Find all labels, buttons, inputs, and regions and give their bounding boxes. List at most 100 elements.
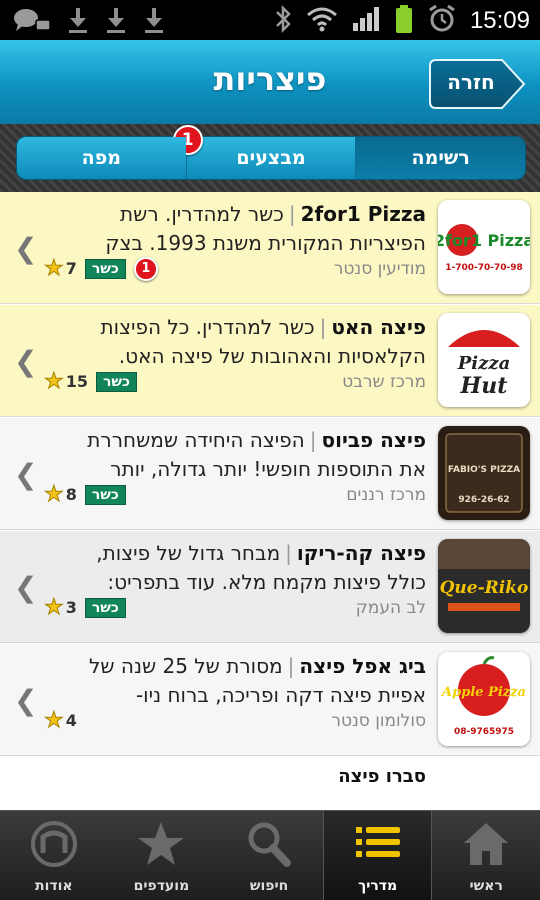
view-tabs: רשימה 1 מבצעים מפה [16, 125, 526, 180]
nav-home[interactable]: ראשי [432, 811, 540, 900]
logo-text: Hut [460, 373, 508, 399]
tab-deals-label: מבצעים [236, 147, 306, 169]
alarm-icon [428, 4, 456, 38]
rating-count: 8 [65, 485, 77, 504]
tab-map[interactable]: מפה [16, 137, 186, 179]
chevron-left-icon: ❮ [14, 684, 38, 717]
about-icon [0, 819, 108, 869]
item-description: 2for1 Pizza|כשר למהדרין. רשת הפיצריות המ… [40, 200, 426, 258]
search-icon [215, 819, 323, 869]
list-item[interactable]: ❮ Apple Pizza 08-9765975 ביג אפל פיצה|מס… [0, 644, 540, 756]
list-item[interactable]: סברו פיצה [0, 756, 540, 810]
item-location: סולומון סנטר [331, 711, 426, 731]
logo-phone: 08-9765975 [454, 727, 514, 737]
item-snippet-2: הפיצריות המקורית משנת 1993. בצק [105, 231, 426, 255]
divider: | [309, 428, 317, 452]
restaurant-logo: FABIO'S PIZZA 926-26-62 [438, 426, 530, 520]
star-icon: ★ [44, 256, 65, 282]
restaurant-logo: Apple Pizza 08-9765975 [438, 652, 530, 746]
download-icon [142, 6, 166, 42]
rating-count: 3 [65, 598, 77, 617]
item-description: פיצה קה-ריקו|מבחר גדול של פיצות, כולל פי… [40, 539, 426, 597]
nav-search-label: חיפוש [249, 878, 289, 894]
kosher-badge: כשר [84, 484, 126, 505]
nav-about[interactable]: אודות [0, 811, 108, 900]
system-icons: 15:09 [274, 4, 530, 38]
divider: | [319, 315, 327, 339]
divider: | [288, 202, 296, 226]
restaurant-logo: Que-Riko [438, 539, 530, 633]
download-icon [66, 6, 90, 42]
deal-badge: 1 [133, 256, 158, 281]
kosher-badge: כשר [84, 258, 126, 279]
star-icon: ★ [44, 595, 65, 621]
bottom-nav: ראשי מדריך חיפוש מועדפים אודות [0, 810, 540, 900]
divider: | [285, 541, 292, 565]
nav-guide[interactable]: מדריך [322, 811, 433, 900]
logo-text: FABIO'S PIZZA [448, 465, 520, 475]
nav-home-label: ראשי [469, 878, 503, 894]
item-location: מרכז רננים [346, 485, 426, 505]
logo-phone: 926-26-62 [458, 495, 509, 505]
bluetooth-icon [274, 4, 292, 38]
list-item[interactable]: ❮ 2for1 Pizza 1-700-70-70-98 2for1 Pizza… [0, 192, 540, 304]
restaurant-logo: Pizza Hut [438, 313, 530, 407]
logo-text: 2for1 Pizza [438, 231, 530, 250]
tab-map-label: מפה [81, 147, 121, 169]
chevron-left-icon: ❮ [14, 571, 38, 604]
item-title-line: פיצה קה-ריקו|מבחר גדול של פיצות, [40, 539, 426, 568]
home-icon [432, 819, 540, 869]
item-snippet-2: כולל פיצות מקמח מלא. עוד בתפריט: [107, 570, 426, 594]
star-icon: ★ [44, 369, 65, 395]
logo-phone: 1-700-70-70-98 [445, 263, 523, 273]
list-item[interactable]: ❮ Que-Riko פיצה קה-ריקו|מבחר גדול של פיצ… [0, 531, 540, 643]
nav-guide-label: מדריך [358, 878, 398, 894]
battery-icon [394, 4, 414, 38]
list-item[interactable]: ❮ FABIO'S PIZZA 926-26-62 פיצה פביוס|הפי… [0, 418, 540, 530]
item-title-line: פיצה פביוס|הפיצה היחידה שמשחררת [40, 426, 426, 455]
nav-search[interactable]: חיפוש [215, 811, 323, 900]
notification-icons [12, 6, 166, 42]
item-snippet: כשר למהדרין. רשת [120, 202, 284, 226]
item-location: לב העמק [355, 598, 426, 618]
item-name: פיצה האט [331, 315, 426, 339]
item-snippet: כשר למהדרין. כל הפיצות [100, 315, 315, 339]
tab-deals[interactable]: 1 מבצעים [172, 125, 356, 179]
restaurant-logo: 2for1 Pizza 1-700-70-70-98 [438, 200, 530, 294]
item-meta: ★ 3 כשר [44, 595, 126, 621]
list-item[interactable]: ❮ Pizza Hut פיצה האט|כשר למהדרין. כל הפי… [0, 305, 540, 417]
star-icon: ★ [44, 482, 65, 508]
rating-count: 15 [65, 372, 88, 391]
star-icon: ★ [44, 708, 65, 734]
item-snippet-2: הקלאסיות והאהובות של פיצה האט. [118, 344, 426, 368]
item-location: מרכז שרבט [342, 372, 426, 392]
item-description: פיצה פביוס|הפיצה היחידה שמשחררת את התוספ… [40, 426, 426, 484]
list-icon [324, 819, 432, 869]
download-icon [104, 6, 128, 42]
item-location: מודיעין סנטר [333, 259, 426, 279]
item-snippet: מבחר גדול של פיצות, [96, 541, 281, 565]
item-description: פיצה האט|כשר למהדרין. כל הפיצות הקלאסיות… [40, 313, 426, 371]
item-snippet: הפיצה היחידה שמשחררת [87, 428, 305, 452]
item-meta: ★ 7 כשר 1 [44, 256, 158, 282]
item-name: ביג אפל פיצה [299, 654, 426, 678]
logo-text: Apple Pizza [440, 685, 526, 700]
chevron-left-icon: ❮ [14, 232, 38, 265]
star-icon [108, 819, 216, 869]
kosher-badge: כשר [84, 597, 126, 618]
item-title-line: 2for1 Pizza|כשר למהדרין. רשת [40, 200, 426, 229]
status-bar: 15:09 [0, 0, 540, 40]
nav-favorites[interactable]: מועדפים [108, 811, 216, 900]
view-tabs-bar: רשימה 1 מבצעים מפה [0, 124, 540, 192]
pizzeria-list: ❮ 2for1 Pizza 1-700-70-70-98 2for1 Pizza… [0, 192, 540, 810]
item-snippet-2: אפיית פיצה דקה ופריכה, ברוח ניו- [135, 683, 426, 707]
item-snippet-2: את התוספות חופשי! יותר גדולה, יותר [110, 457, 426, 481]
item-title-line: פיצה האט|כשר למהדרין. כל הפיצות [40, 313, 426, 342]
item-meta: ★ 15 כשר [44, 369, 137, 395]
item-meta: ★ 8 כשר [44, 482, 126, 508]
logo-text: Pizza [457, 353, 510, 374]
clock: 15:09 [469, 7, 530, 34]
tab-list-label: רשימה [411, 147, 470, 169]
tab-list[interactable]: רשימה [355, 137, 525, 179]
back-button[interactable]: חזרה [428, 58, 526, 110]
